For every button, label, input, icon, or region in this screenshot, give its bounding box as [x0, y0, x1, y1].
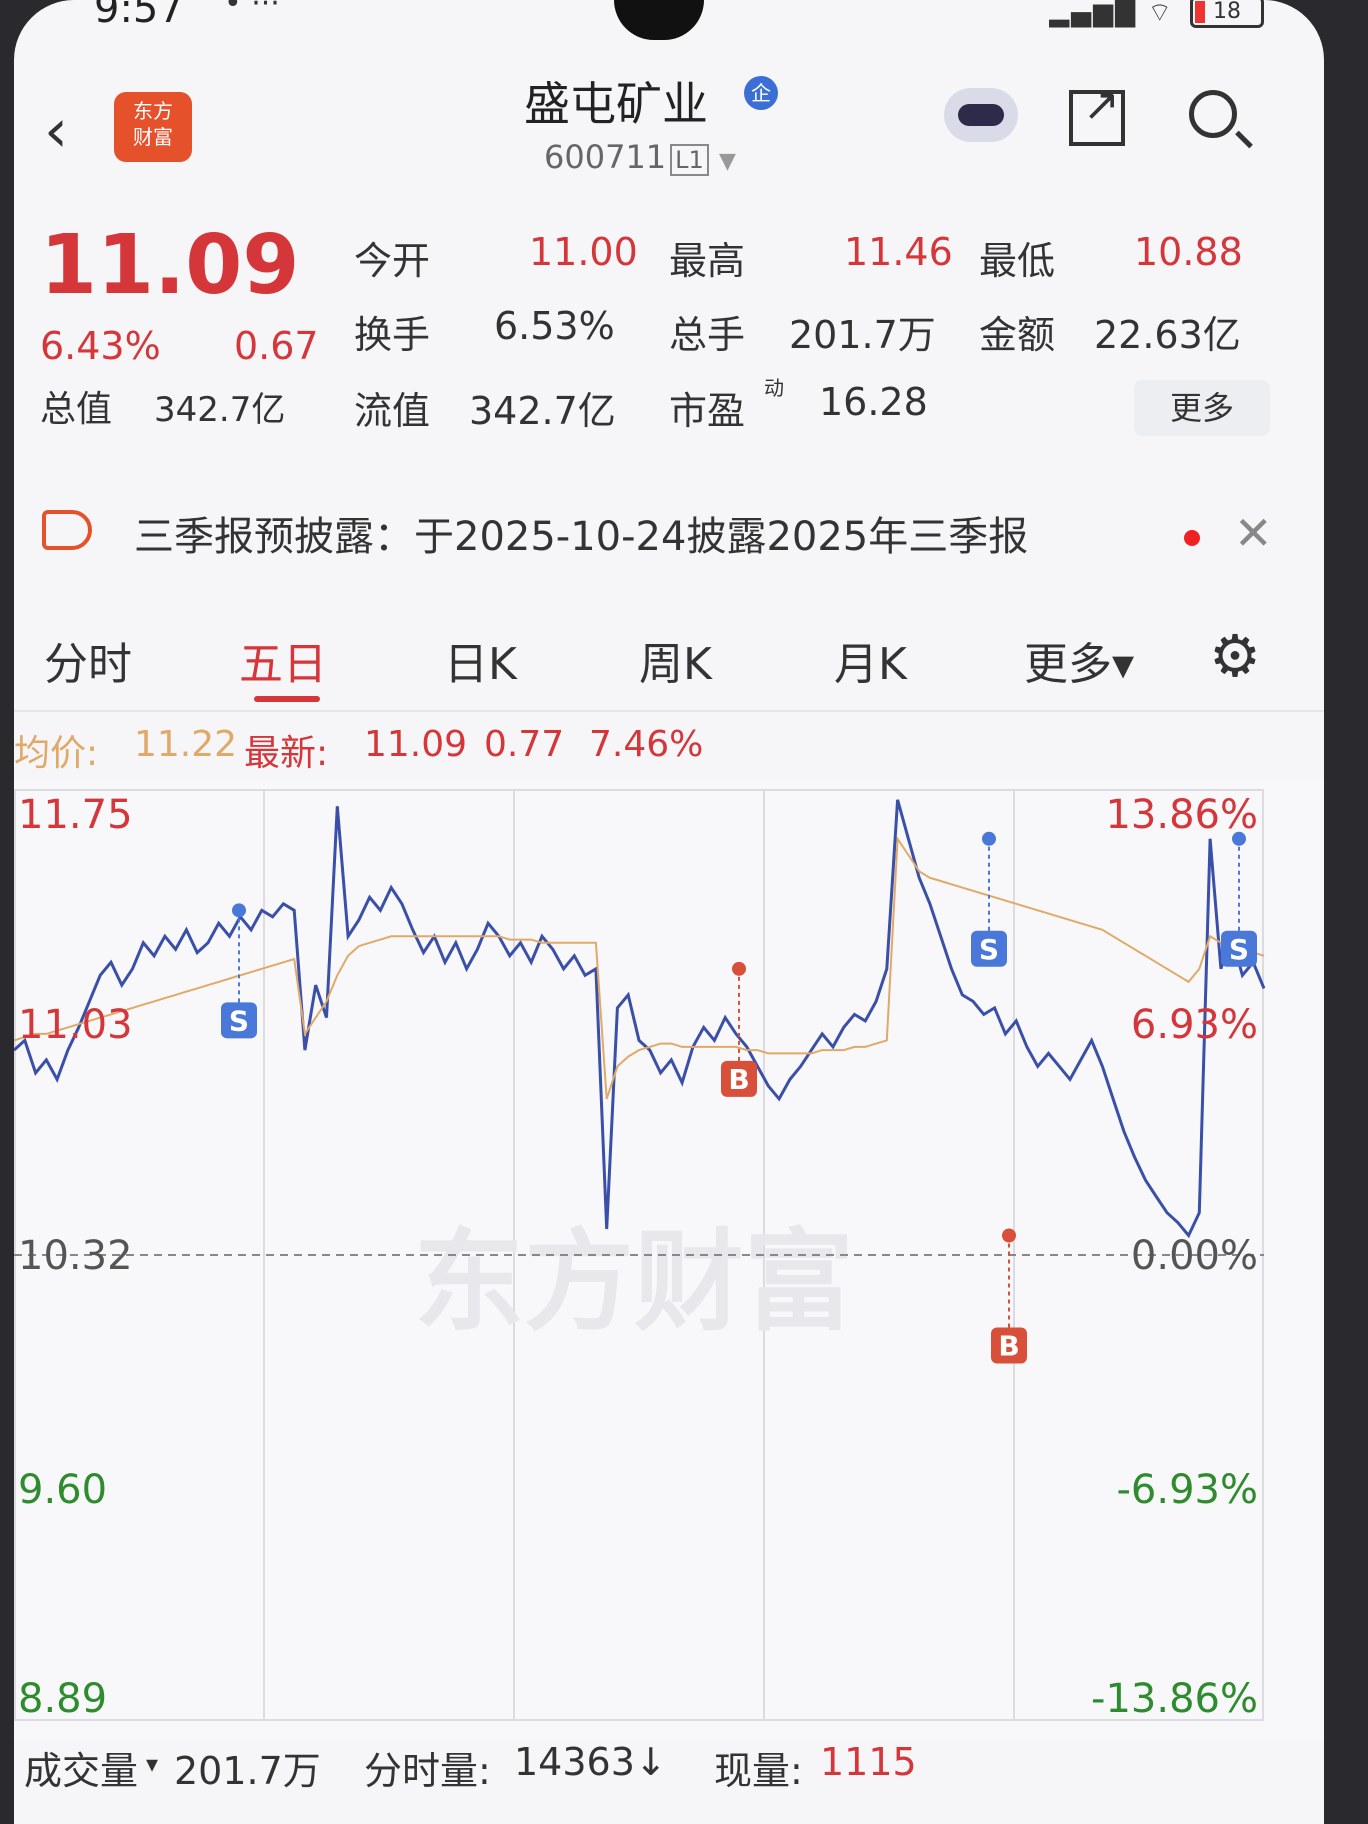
five-day-chart[interactable]: 东方财富 S B S B S 11.75 11.03 10.32 9.60 8.89 13.86% 6.…	[14, 780, 1324, 1740]
pe-value: 16.28	[819, 380, 928, 424]
y-left-tick: 8.89	[18, 1676, 107, 1722]
watermark: 东方财富	[414, 1218, 854, 1346]
current-volume-value: 1115	[820, 1740, 917, 1784]
y-right-tick: 0.00%	[1131, 1233, 1258, 1279]
minute-volume-label: 分时量:	[364, 1749, 491, 1793]
app-screen: 9:57 • ··· ▂▄▆█ ⌔ 18 ‹ 东方 财富 盛屯矿业 企 6007…	[14, 0, 1324, 1824]
stock-code-value: 600711	[544, 138, 667, 176]
stock-name: 盛屯矿业	[524, 77, 708, 131]
mcap-value: 342.7亿	[154, 390, 286, 430]
volume-dropdown-icon: ▾	[146, 1750, 159, 1778]
volume-label: 总手	[669, 313, 746, 357]
more-quote-button[interactable]: 更多	[1134, 380, 1270, 436]
enterprise-badge: 企	[744, 76, 778, 110]
latest-value: 11.09	[364, 724, 468, 765]
share-icon[interactable]	[1069, 80, 1125, 146]
y-left-tick: 10.32	[18, 1233, 133, 1279]
latest-percent: 7.46%	[589, 724, 704, 765]
sell-signal-label: S	[229, 1004, 249, 1037]
change-amount: 0.67	[234, 324, 319, 368]
minute-volume-value: 14363↓	[514, 1740, 667, 1784]
assistant-robot-icon[interactable]	[944, 88, 1018, 142]
open-label: 今开	[354, 239, 431, 283]
amount-value: 22.63亿	[1094, 313, 1241, 357]
amount-label: 金额	[979, 313, 1056, 357]
y-left-tick: 9.60	[18, 1467, 107, 1513]
dropdown-icon: ▼	[718, 149, 736, 174]
back-icon[interactable]: ‹	[44, 96, 68, 166]
open-value: 11.00	[529, 230, 638, 274]
signal-wifi-icon: ▂▄▆█ ⌔	[1049, 0, 1174, 28]
tab-daily-k[interactable]: 日K	[444, 628, 517, 692]
latest-label: 最新:	[244, 733, 329, 774]
chart-tabs: 分时 五日 日K 周K 月K 更多▾ ⚙	[14, 600, 1324, 712]
avg-label: 均价:	[14, 733, 99, 774]
camera-notch	[614, 0, 704, 40]
logo-text: 东方 财富	[133, 99, 173, 149]
change-percent: 6.43%	[40, 324, 161, 368]
volume-label[interactable]: 成交量	[24, 1740, 138, 1795]
avg-value: 11.22	[134, 724, 238, 765]
speaker-icon	[42, 510, 92, 550]
mcap-label: 总值	[40, 389, 113, 430]
battery-icon: 18	[1190, 0, 1264, 28]
status-time: 9:57	[94, 0, 184, 32]
tab-monthly-k[interactable]: 月K	[834, 628, 907, 692]
y-left-tick: 11.75	[18, 792, 133, 838]
float-value: 342.7亿	[469, 389, 616, 433]
tab-more[interactable]: 更多▾	[1024, 628, 1134, 692]
y-right-tick: 6.93%	[1131, 1002, 1258, 1048]
low-label: 最低	[979, 239, 1056, 283]
high-label: 最高	[669, 239, 746, 283]
top-nav: ‹ 东方 财富 盛屯矿业 企 600711 L1 ▼	[14, 60, 1324, 180]
active-tab-indicator	[254, 696, 320, 702]
buy-signal-label: B	[998, 1329, 1019, 1362]
tab-five-day[interactable]: 五日	[239, 628, 327, 692]
volume-value: 201.7万	[789, 313, 936, 357]
pe-superscript: 动	[764, 376, 784, 400]
buy-signal-label: B	[728, 1063, 749, 1096]
stock-code[interactable]: 600711 L1 ▼	[544, 138, 736, 176]
pe-label: 市盈	[669, 389, 746, 433]
low-value: 10.88	[1134, 230, 1243, 274]
announcement-bar[interactable]: 三季报预披露：于2025-10-24披露2025年三季报 ✕	[14, 482, 1324, 582]
current-volume-label: 现量:	[714, 1749, 803, 1793]
tab-weekly-k[interactable]: 周K	[639, 628, 712, 692]
announcement-text: 三季报预披露：于2025-10-24披露2025年三季报	[134, 514, 1029, 560]
app-logo[interactable]: 东方 财富	[114, 92, 192, 162]
search-icon[interactable]	[1189, 90, 1237, 138]
unread-dot	[1184, 530, 1200, 546]
y-left-tick: 11.03	[18, 1002, 133, 1048]
tab-intraday[interactable]: 分时	[44, 628, 132, 692]
volume-bar: 成交量 ▾ 201.7万 分时量: 14363↓ 现量: 1115	[14, 1740, 1324, 1800]
latest-change: 0.77	[484, 724, 565, 765]
level-badge: L1	[670, 144, 709, 176]
sell-signal-label: S	[979, 933, 999, 966]
status-bar: 9:57 • ··· ▂▄▆█ ⌔ 18	[14, 0, 1324, 40]
status-dots: • ···	[224, 0, 280, 21]
battery-level: 18	[1213, 0, 1241, 24]
y-right-tick: -6.93%	[1116, 1467, 1258, 1513]
turnover-value: 6.53%	[494, 304, 615, 348]
turnover-label: 换手	[354, 313, 431, 357]
gear-icon[interactable]: ⚙	[1209, 622, 1261, 690]
high-value: 11.46	[844, 230, 953, 274]
volume-value: 201.7万	[174, 1749, 321, 1793]
current-price: 11.09	[40, 218, 300, 313]
y-right-tick: 13.86%	[1105, 792, 1258, 838]
chart-legend: 均价: 11.22 最新: 11.09 0.77 7.46%	[14, 724, 1324, 774]
quote-panel: 11.09 6.43% 0.67 今开 11.00 最高 11.46 最低 10…	[14, 200, 1324, 450]
y-right-tick: -13.86%	[1091, 1676, 1258, 1722]
sell-signal-label: S	[1229, 933, 1249, 966]
float-label: 流值	[354, 389, 431, 433]
close-icon[interactable]: ✕	[1234, 506, 1273, 560]
